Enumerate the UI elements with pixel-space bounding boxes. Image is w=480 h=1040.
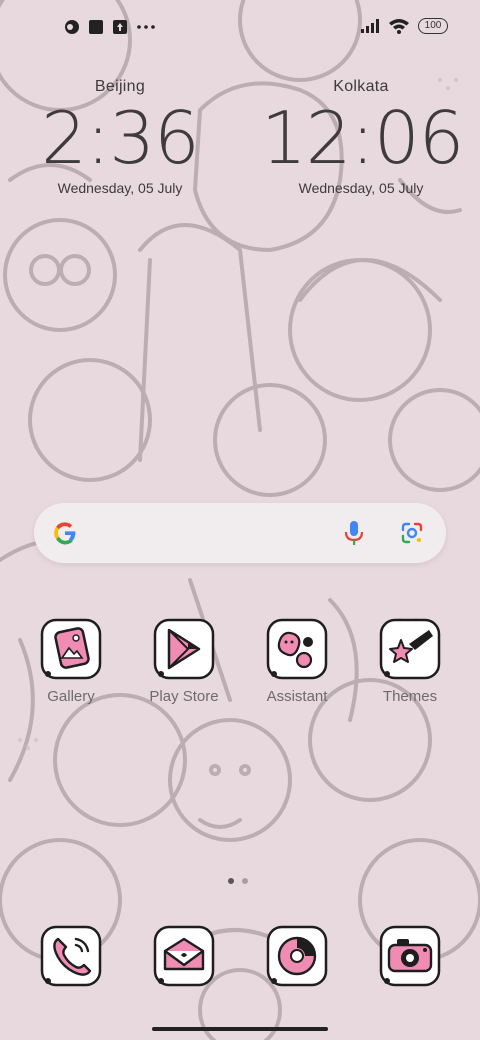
microphone-icon[interactable] bbox=[344, 520, 364, 546]
app-label: Assistant bbox=[266, 688, 328, 705]
gesture-navigation-bar[interactable] bbox=[152, 1027, 328, 1031]
app-label: Themes bbox=[382, 688, 438, 705]
status-left-icons bbox=[64, 19, 156, 35]
battery-indicator: 100 bbox=[418, 18, 448, 34]
browser-icon bbox=[266, 925, 328, 987]
app-notification-icon bbox=[65, 20, 79, 34]
signal-icon bbox=[361, 19, 379, 33]
clock-city: Kolkata bbox=[333, 78, 389, 95]
clock-time: 2:36 bbox=[41, 96, 200, 180]
dock-browser[interactable] bbox=[249, 925, 345, 987]
app-label: Play Store bbox=[149, 688, 219, 705]
app-gallery[interactable]: Gallery bbox=[23, 618, 119, 705]
google-lens-icon[interactable] bbox=[400, 521, 424, 545]
upload-notification-icon bbox=[113, 20, 127, 34]
app-assistant[interactable]: Assistant bbox=[249, 618, 345, 705]
play-store-icon bbox=[153, 618, 215, 680]
app-label: Gallery bbox=[47, 688, 95, 705]
camera-icon bbox=[379, 925, 441, 987]
wifi-icon bbox=[389, 19, 409, 34]
app-play-store[interactable]: Play Store bbox=[136, 618, 232, 705]
status-bar: 100 bbox=[0, 0, 480, 56]
clock-city: Beijing bbox=[94, 78, 146, 95]
page-indicator bbox=[228, 878, 248, 884]
google-search-bar[interactable] bbox=[34, 503, 446, 563]
messages-icon bbox=[153, 925, 215, 987]
themes-icon bbox=[379, 618, 441, 680]
page-dot bbox=[242, 878, 248, 884]
clock-date: Wednesday, 05 July bbox=[298, 180, 424, 196]
more-dots-icon bbox=[137, 25, 155, 29]
google-g-icon bbox=[54, 522, 76, 545]
status-right-icons: 100 bbox=[360, 18, 448, 34]
dock-messages[interactable] bbox=[136, 925, 232, 987]
clock-beijing[interactable]: Beijing 2:36 Wednesday, 05 July bbox=[20, 78, 220, 196]
dock-camera[interactable] bbox=[362, 925, 458, 987]
assistant-icon bbox=[266, 618, 328, 680]
phone-icon bbox=[40, 925, 102, 987]
dock-phone[interactable] bbox=[23, 925, 119, 987]
clock-time: 12:06 bbox=[261, 96, 465, 180]
page-dot-active bbox=[228, 878, 234, 884]
clock-date: Wednesday, 05 July bbox=[57, 180, 183, 196]
clock-kolkata[interactable]: Kolkata 12:06 Wednesday, 05 July bbox=[261, 78, 465, 196]
app-themes[interactable]: Themes bbox=[362, 618, 458, 705]
square-notification-icon bbox=[89, 20, 103, 34]
gallery-icon bbox=[40, 618, 102, 680]
